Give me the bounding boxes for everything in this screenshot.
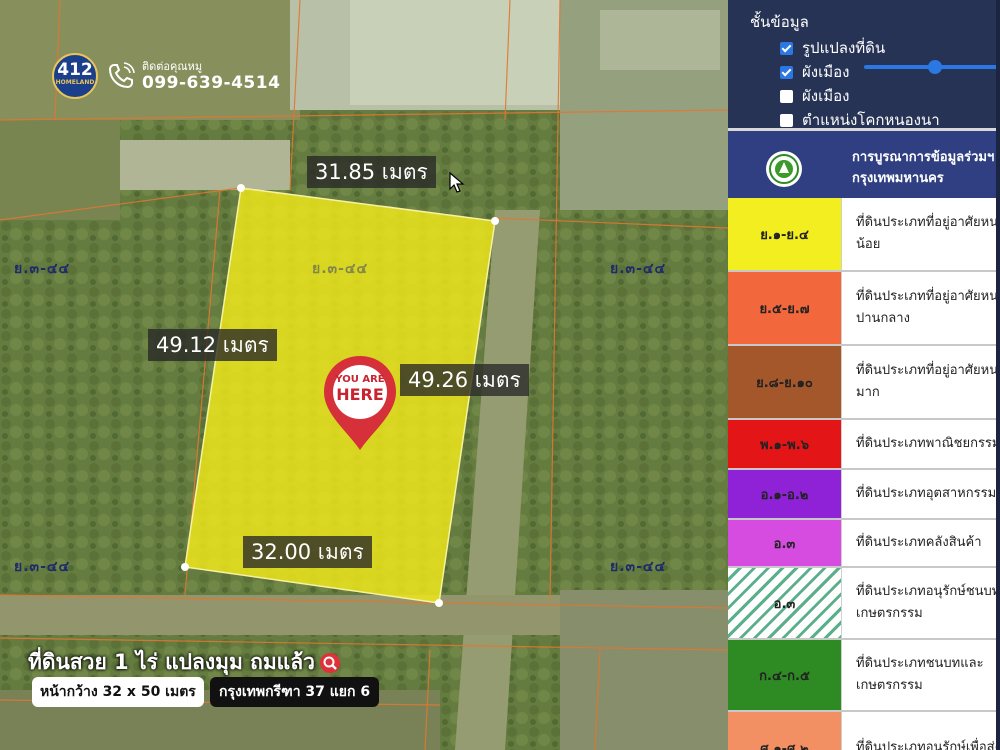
listing-title: ที่ดินสวย 1 ไร่ แปลงมุม ถมแล้ว	[28, 646, 341, 679]
layer-label: รูปแปลงที่ดิน	[802, 39, 886, 57]
legend-row: ศ.๑-ศ.๒ที่ดินประเภทอนุรักษ์เพื่อส่ง	[728, 712, 1000, 750]
layer-label: ผังเมือง	[802, 87, 850, 105]
opacity-slider[interactable]	[864, 60, 1000, 74]
legend-row: อ.๓ ที่ดินประเภทคลังสินค้า	[728, 520, 1000, 568]
slider-handle[interactable]	[928, 60, 942, 74]
legend-swatch: อ.๓	[728, 520, 842, 566]
layer-toggle-city-plan-2[interactable]: ผังเมือง	[780, 84, 849, 108]
contact-phone: 099-639-4514	[142, 72, 281, 93]
brand-header: 412 HOMELAND ติดต่อคุณหมู 099-639-4514	[52, 53, 280, 99]
legend-row: อ.๓ ที่ดินประเภทอนุรักษ์ชนบทและ เกษตรกรรม	[728, 568, 1000, 640]
legend-swatch: ย.๑-ย.๔	[728, 198, 842, 270]
checkbox-icon[interactable]	[780, 65, 793, 79]
legend-description: ที่ดินประเภทอนุรักษ์ชนบทและ เกษตรกรรม	[856, 584, 1000, 621]
location-badge: กรุงเทพกรีฑา 37 แยก 6	[210, 677, 380, 707]
legend-swatch: อ.๑-อ.๒	[728, 470, 842, 518]
legend-row: อ.๑-อ.๒ ที่ดินประเภทอุตสาหกรรม	[728, 470, 1000, 520]
phone-icon	[108, 62, 135, 89]
zone-label: ย.๓-๔๔	[14, 559, 71, 575]
legend-swatch: อ.๓	[728, 568, 842, 638]
legend-row: ก.๔-ก.๕ ที่ดินประเภทชนบทและ เกษตรกรรม	[728, 640, 1000, 712]
dimension-bottom: 32.00 เมตร	[243, 536, 372, 568]
legend-description: ที่ดินประเภทที่อยู่อาศัยหนาแน่น ปานกลาง	[856, 289, 1000, 326]
legend-title: การบูรณาการข้อมูลร่วมฯ กรุงเทพมหานคร	[852, 150, 995, 186]
dimension-left: 49.12 เมตร	[148, 329, 277, 361]
search-icon	[319, 652, 340, 673]
legend-description: ที่ดินประเภทพาณิชยกรรม	[856, 436, 1000, 451]
layers-title: ชั้นข้อมูล	[750, 13, 809, 31]
legend-description: ที่ดินประเภทอุตสาหกรรม	[856, 486, 997, 501]
checkbox-icon[interactable]	[780, 113, 793, 127]
map-view[interactable]: ย.๓-๔๔ ย.๓-๔๔ ย.๓-๔๔ ย.๓-๔๔ ย.๓-๔๔ 31.85…	[0, 0, 728, 750]
dimension-top: 31.85 เมตร	[307, 156, 436, 188]
mouse-cursor-icon	[449, 172, 465, 193]
zone-label: ย.๓-๔๔	[312, 261, 369, 277]
checkbox-icon[interactable]	[780, 41, 793, 55]
legend-row: พ.๑-พ.๖ ที่ดินประเภทพาณิชยกรรม	[728, 420, 1000, 470]
dimension-right: 49.26 เมตร	[400, 364, 529, 396]
legend-swatch: ศ.๑-ศ.๒	[728, 712, 842, 750]
pin-label-bottom: HERE	[336, 385, 384, 404]
legend-swatch: ย.๕-ย.๗	[728, 272, 842, 344]
homeland-logo: 412 HOMELAND	[52, 53, 98, 99]
legend-swatch: ก.๔-ก.๕	[728, 640, 842, 710]
legend-swatch: ย.๘-ย.๑๐	[728, 346, 842, 418]
legend-row: ย.๕-ย.๗ ที่ดินประเภทที่อยู่อาศัยหนาแน่น ป…	[728, 272, 1000, 346]
bangkok-seal-icon	[766, 151, 802, 187]
legend-row: ย.๘-ย.๑๐ ที่ดินประเภทที่อยู่อาศัยหนาแน่น …	[728, 346, 1000, 420]
legend-header: การบูรณาการข้อมูลร่วมฯ กรุงเทพมหานคร	[728, 128, 1000, 198]
zone-label: ย.๓-๔๔	[14, 261, 71, 277]
listing-title-text: ที่ดินสวย 1 ไร่ แปลงมุม ถมแล้ว	[28, 650, 315, 674]
layer-label: ผังเมือง	[802, 63, 850, 81]
layers-panel: ชั้นข้อมูล รูปแปลงที่ดิน ผังเมือง ผังเมื…	[728, 0, 1000, 750]
legend-swatch: พ.๑-พ.๖	[728, 420, 842, 468]
checkbox-icon[interactable]	[780, 89, 793, 103]
layer-toggle-city-plan[interactable]: ผังเมือง	[780, 60, 849, 84]
zone-label: ย.๓-๔๔	[610, 559, 667, 575]
scrollbar[interactable]	[996, 0, 1000, 750]
legend-description: ที่ดินประเภทคลังสินค้า	[856, 535, 982, 550]
legend-description: ที่ดินประเภทอนุรักษ์เพื่อส่ง	[856, 740, 1000, 750]
layer-toggle-parcels[interactable]: รูปแปลงที่ดิน	[780, 36, 885, 60]
contact-label: ติดต่อคุณหมู	[142, 59, 203, 73]
legend-description: ที่ดินประเภทที่อยู่อาศัยหนาแน่น มาก	[856, 363, 1000, 400]
legend-description: ที่ดินประเภทชนบทและ เกษตรกรรม	[856, 656, 984, 693]
legend-row: ย.๑-ย.๔ ที่ดินประเภทที่อยู่อาศัยหนาแน่น น…	[728, 198, 1000, 272]
legend-description: ที่ดินประเภทที่อยู่อาศัยหนาแน่น น้อย	[856, 215, 1000, 252]
plot-size-badge: หน้ากว้าง 32 x 50 เมตร	[32, 677, 204, 707]
zone-label: ย.๓-๔๔	[610, 261, 667, 277]
you-are-here-pin: YOU ARE HERE	[322, 354, 398, 452]
